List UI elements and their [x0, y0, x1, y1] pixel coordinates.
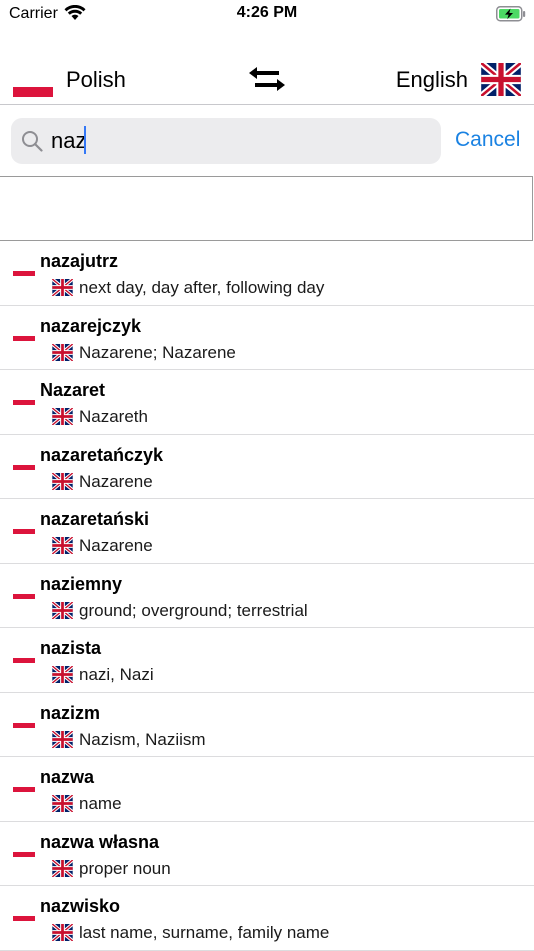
swap-arrows-icon[interactable] [247, 65, 287, 98]
search-input[interactable] [51, 118, 431, 164]
divider [0, 104, 534, 105]
clock: 4:26 PM [236, 4, 298, 21]
uk-flag-icon [51, 342, 74, 366]
result-row[interactable]: nazwa name [0, 757, 534, 822]
uk-flag-icon[interactable] [479, 60, 523, 101]
banner-area [0, 176, 533, 241]
search-icon [21, 130, 43, 157]
english-translation: last name, surname, family name [79, 923, 330, 942]
polish-flag-icon[interactable] [13, 77, 53, 97]
english-translation: ground; overground; terrestrial [79, 600, 308, 620]
polish-flag-icon [13, 586, 35, 599]
uk-flag-icon [51, 858, 74, 882]
result-row[interactable]: nazwisko last name, surname, family name [0, 886, 534, 951]
results-list: nazajutrz next day, day after, following… [0, 241, 534, 951]
result-row[interactable]: nazarejczyk Nazarene; Nazarene [0, 306, 534, 370]
polish-word: nazizm [40, 702, 101, 723]
polish-word: nazwa [40, 767, 95, 787]
result-row[interactable]: nazizm Nazism, Naziism [0, 693, 534, 757]
polish-flag-icon [13, 715, 35, 728]
uk-flag-icon [51, 471, 74, 495]
english-translation: Nazarene [79, 471, 153, 491]
result-row[interactable]: Nazaret Nazareth [0, 370, 534, 435]
cancel-button[interactable]: Cancel [455, 128, 520, 152]
target-language-button[interactable]: English [396, 67, 468, 93]
polish-word: nazaretański [40, 509, 150, 529]
result-row[interactable]: nazaretański Nazarene [0, 499, 534, 564]
uk-flag-icon [51, 535, 74, 559]
english-translation: Nazarene; Nazarene [79, 342, 236, 362]
english-translation: Nazism, Naziism [79, 729, 206, 749]
polish-word: nazaretańczyk [40, 444, 164, 465]
polish-flag-icon [13, 457, 35, 470]
polish-flag-icon [13, 392, 35, 405]
polish-flag-icon [13, 908, 35, 921]
polish-flag-icon [13, 650, 35, 663]
polish-flag-icon [13, 521, 35, 534]
polish-flag-icon [13, 263, 35, 276]
polish-word: nazista [40, 638, 102, 658]
english-translation: Nazarene [79, 536, 153, 555]
text-cursor [84, 126, 86, 154]
result-row[interactable]: nazaretańczyk Nazarene [0, 435, 534, 499]
polish-word: nazwisko [40, 896, 121, 916]
result-row[interactable]: nazista nazi, Nazi [0, 628, 534, 693]
result-row[interactable]: nazajutrz next day, day after, following… [0, 241, 534, 306]
result-row[interactable]: nazwa własna proper noun [0, 822, 534, 886]
language-bar: Polish English [0, 55, 534, 105]
english-translation: nazi, Nazi [79, 665, 154, 684]
uk-flag-icon [51, 793, 74, 817]
polish-flag-icon [13, 844, 35, 857]
uk-flag-icon [51, 729, 74, 753]
uk-flag-icon [51, 664, 74, 688]
polish-word: nazwa własna [40, 831, 160, 852]
polish-word: nazarejczyk [40, 315, 142, 336]
uk-flag-icon [51, 277, 74, 301]
english-translation: Nazareth [79, 407, 148, 426]
battery-charging-icon [496, 6, 526, 27]
uk-flag-icon [51, 922, 74, 946]
english-translation: name [79, 794, 122, 813]
result-row[interactable]: naziemny ground; overground; terrestrial [0, 564, 534, 628]
uk-flag-icon [51, 600, 74, 624]
uk-flag-icon [51, 406, 74, 430]
english-translation: proper noun [79, 858, 171, 878]
polish-flag-icon [13, 328, 35, 341]
source-language-button[interactable]: Polish [66, 67, 126, 93]
polish-flag-icon [13, 779, 35, 792]
polish-word: naziemny [40, 573, 123, 594]
search-field[interactable] [11, 118, 441, 164]
polish-word: Nazaret [40, 380, 106, 400]
english-translation: next day, day after, following day [79, 278, 325, 297]
status-bar: Carrier 4:26 PM [0, 0, 534, 30]
polish-word: nazajutrz [40, 251, 119, 271]
